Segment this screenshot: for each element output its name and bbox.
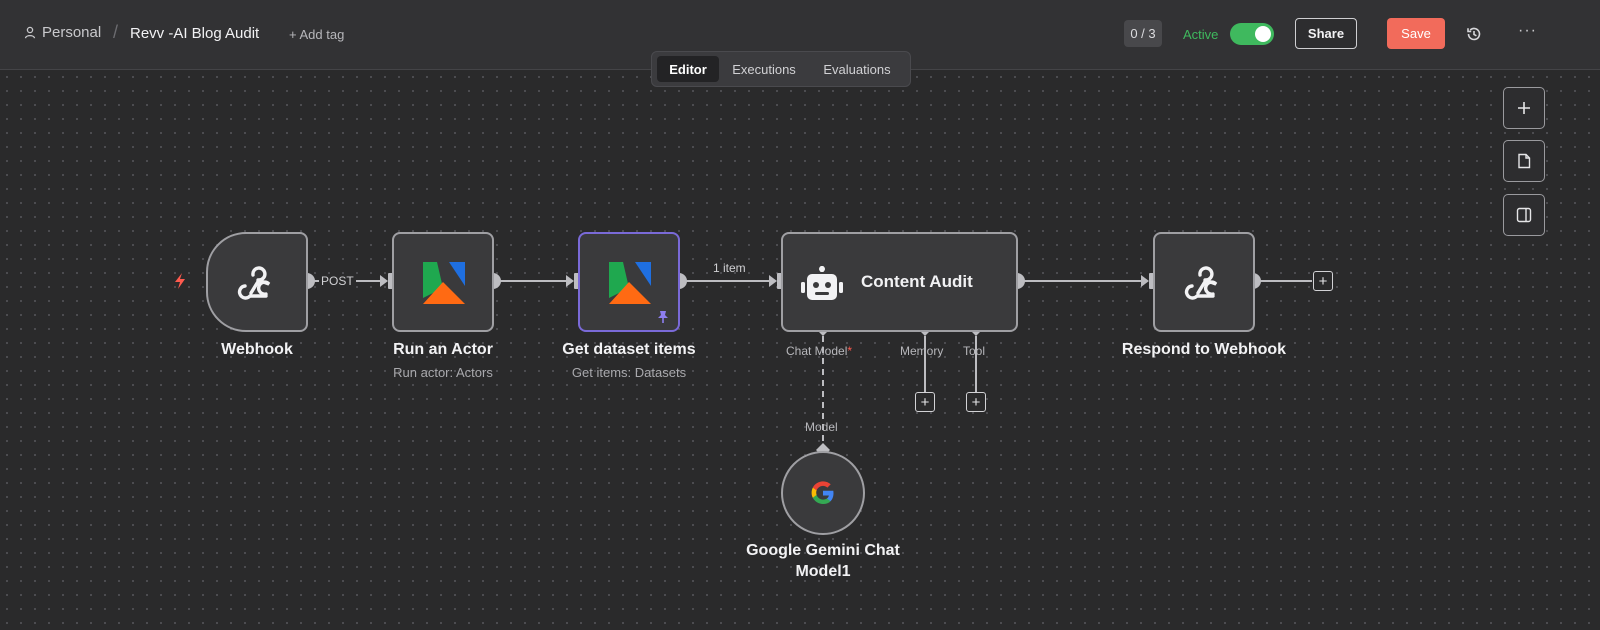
node-respond-webhook[interactable] xyxy=(1153,232,1255,332)
add-tool-button[interactable]: + xyxy=(966,392,986,412)
node-run-actor-label: Run an Actor xyxy=(393,341,493,358)
edge-label-post: POST xyxy=(319,274,356,288)
trigger-bolt-icon xyxy=(175,273,185,289)
node-run-actor[interactable] xyxy=(392,232,494,332)
plus-icon: + xyxy=(971,393,981,411)
webhook-icon xyxy=(1184,266,1218,300)
edge-label-items: 1 item xyxy=(713,261,746,275)
node-gemini-label-line1: Google Gemini Chat xyxy=(746,542,900,559)
arrow-dataset xyxy=(566,275,574,287)
arrow-respond xyxy=(1141,275,1149,287)
node-get-dataset[interactable] xyxy=(578,232,680,332)
arrow-actor xyxy=(380,275,388,287)
node-gemini-chat-model[interactable] xyxy=(781,451,865,535)
node-get-dataset-subtitle: Get items: Datasets xyxy=(571,365,687,380)
node-get-dataset-label: Get dataset items xyxy=(562,341,696,358)
required-marker: * xyxy=(847,344,853,358)
robot-icon xyxy=(801,266,843,300)
add-memory-button[interactable]: + xyxy=(915,392,935,412)
node-gemini-label-line2: Model1 xyxy=(795,563,851,580)
port-label-tool: Tool xyxy=(963,344,986,358)
pin-icon xyxy=(658,311,668,323)
chat-model-text: Chat Model xyxy=(786,344,848,358)
apify-logo-icon xyxy=(423,262,465,304)
node-webhook[interactable] xyxy=(206,232,308,332)
apify-logo-icon xyxy=(609,262,651,304)
node-run-actor-subtitle: Run actor: Actors xyxy=(393,365,493,380)
webhook-icon xyxy=(237,266,271,300)
port-label-model: Model xyxy=(805,420,838,434)
node-webhook-label: Webhook xyxy=(221,341,293,358)
node-content-audit-label: Content Audit xyxy=(861,272,973,291)
port-label-memory: Memory xyxy=(900,344,944,358)
node-respond-webhook-label: Respond to Webhook xyxy=(1121,341,1287,358)
google-g-icon xyxy=(811,481,834,504)
arrow-audit xyxy=(769,275,777,287)
plus-icon: + xyxy=(920,393,930,411)
add-next-node-button[interactable]: + xyxy=(1313,271,1333,291)
plus-icon: + xyxy=(1318,272,1328,290)
port-label-chat-model: Chat Model* xyxy=(786,344,852,358)
